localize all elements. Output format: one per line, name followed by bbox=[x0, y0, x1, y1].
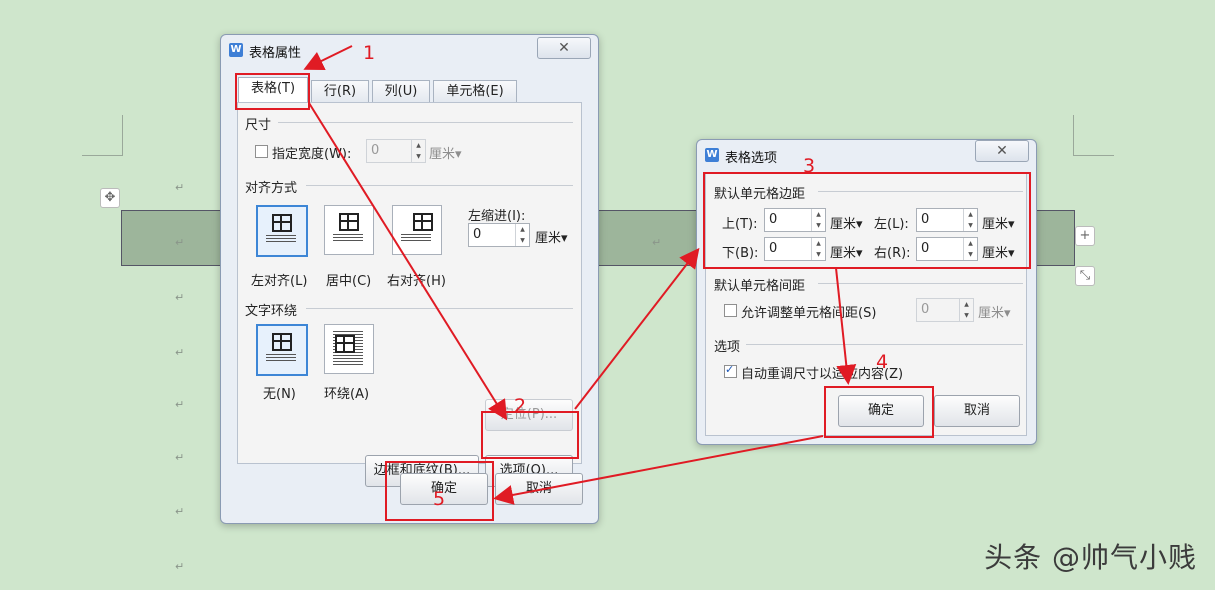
arrow-ok-to-ok bbox=[493, 435, 824, 505]
annotation-arrows bbox=[303, 45, 857, 505]
arrow-margins-to-ok bbox=[835, 267, 857, 385]
watermark: 头条 @帅气小贱 bbox=[984, 541, 1197, 574]
arrow-1 bbox=[303, 45, 353, 70]
arrow-tab-to-options bbox=[308, 102, 508, 421]
arrow-options-to-margins bbox=[574, 247, 700, 410]
